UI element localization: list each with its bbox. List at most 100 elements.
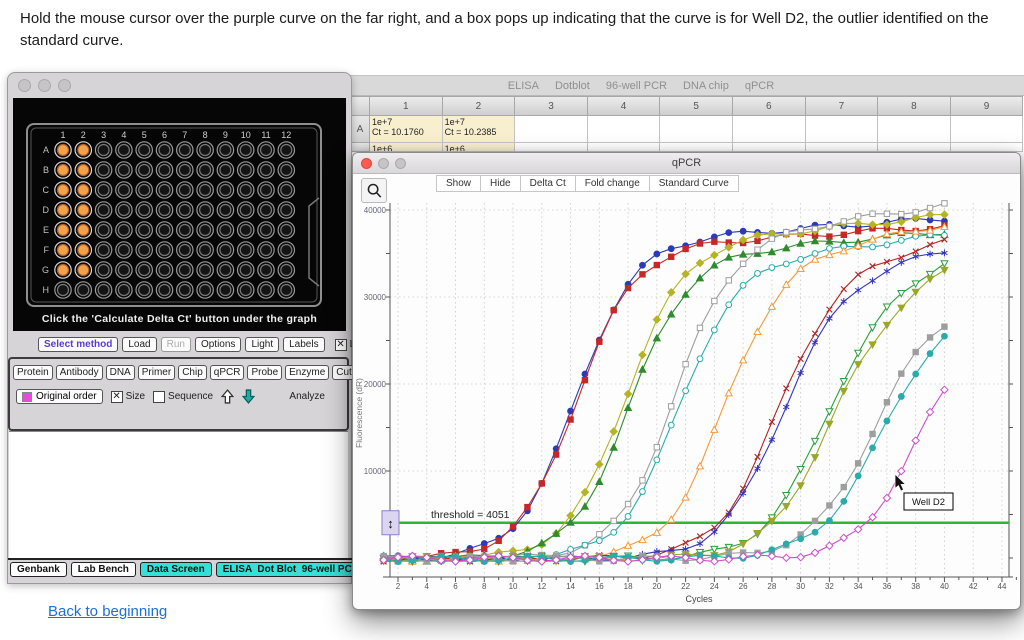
well-D2[interactable] (75, 202, 91, 218)
well-B7[interactable] (177, 162, 193, 178)
sheet-col-header[interactable]: 4 (588, 96, 661, 116)
curve-G2[interactable] (381, 333, 948, 564)
well-B3[interactable] (95, 162, 111, 178)
size-checkbox[interactable]: Size (111, 391, 145, 403)
cell-empty[interactable] (660, 143, 733, 152)
cell-empty[interactable] (515, 116, 588, 143)
well-H7[interactable] (177, 282, 193, 298)
minimize-icon[interactable] (38, 79, 51, 92)
close-icon[interactable] (18, 79, 31, 92)
well-C12[interactable] (278, 182, 294, 198)
menubar-item[interactable]: ELISA (508, 80, 539, 92)
menubar-item[interactable]: qPCR (745, 80, 774, 92)
well-D4[interactable] (116, 202, 132, 218)
cell-A1[interactable]: 1e+7 Ct = 10.1760 (370, 116, 443, 143)
well-A5[interactable] (136, 142, 152, 158)
well-B12[interactable] (278, 162, 294, 178)
well-C10[interactable] (238, 182, 254, 198)
screen-tab[interactable]: Data Screen (140, 562, 212, 577)
well-A8[interactable] (197, 142, 213, 158)
well-G8[interactable] (197, 262, 213, 278)
well-B8[interactable] (197, 162, 213, 178)
well-G2[interactable] (75, 262, 91, 278)
sort-down-arrow-icon[interactable] (242, 389, 255, 404)
sheet-col-header[interactable]: 9 (951, 96, 1024, 116)
qpcr-toolbar-button[interactable]: Show (436, 175, 481, 192)
technique-tab[interactable]: Probe (247, 365, 282, 380)
qpcr-amplification-chart[interactable]: 0100002000030000400002468101214161820222… (353, 173, 1020, 609)
cell-empty[interactable] (878, 116, 951, 143)
sheet-col-header[interactable]: 7 (806, 96, 879, 116)
plate-window-titlebar[interactable] (8, 73, 351, 97)
well-E9[interactable] (217, 222, 233, 238)
technique-tab[interactable]: Antibody (56, 365, 103, 380)
well-H4[interactable] (116, 282, 132, 298)
plate-toolbar-button[interactable]: Light (245, 337, 279, 352)
well-F3[interactable] (95, 242, 111, 258)
cell-B1[interactable]: 1e+6 (370, 143, 443, 152)
screen-tab[interactable]: Lab Bench (71, 562, 136, 577)
cell-empty[interactable] (515, 143, 588, 152)
well-C8[interactable] (197, 182, 213, 198)
well-A3[interactable] (95, 142, 111, 158)
well-H2[interactable] (75, 282, 91, 298)
well-A2[interactable] (75, 142, 91, 158)
well-F10[interactable] (238, 242, 254, 258)
plate-toolbar-button[interactable]: Run (161, 337, 191, 352)
technique-tab[interactable]: Enzyme (285, 365, 329, 380)
well-F2[interactable] (75, 242, 91, 258)
well-E10[interactable] (238, 222, 254, 238)
well-B6[interactable] (156, 162, 172, 178)
cell-empty[interactable] (951, 116, 1024, 143)
checkbox-checked-icon[interactable] (111, 391, 123, 403)
well-B5[interactable] (136, 162, 152, 178)
menubar-item[interactable]: Dotblot (555, 80, 590, 92)
qpcr-toolbar-button[interactable]: Delta Ct (520, 175, 576, 192)
well-H9[interactable] (217, 282, 233, 298)
well-H1[interactable] (55, 282, 71, 298)
well-E2[interactable] (75, 222, 91, 238)
well-C2[interactable] (75, 182, 91, 198)
sort-up-arrow-icon[interactable] (221, 389, 234, 404)
plate-toolbar-button[interactable]: Load (122, 337, 156, 352)
well-G1[interactable] (55, 262, 71, 278)
well-F4[interactable] (116, 242, 132, 258)
well-F7[interactable] (177, 242, 193, 258)
sheet-col-header[interactable]: 5 (660, 96, 733, 116)
well-A9[interactable] (217, 142, 233, 158)
cell-empty[interactable] (660, 116, 733, 143)
sheet-col-header[interactable]: 6 (733, 96, 806, 116)
well-G11[interactable] (258, 262, 274, 278)
well-E12[interactable] (278, 222, 294, 238)
well-C7[interactable] (177, 182, 193, 198)
sheet-row-header[interactable]: A (350, 116, 370, 143)
well-C9[interactable] (217, 182, 233, 198)
well-A1[interactable] (55, 142, 71, 158)
cell-empty[interactable] (588, 143, 661, 152)
cell-empty[interactable] (733, 116, 806, 143)
well-D9[interactable] (217, 202, 233, 218)
well-F12[interactable] (278, 242, 294, 258)
well-F11[interactable] (258, 242, 274, 258)
well-B11[interactable] (258, 162, 274, 178)
cell-empty[interactable] (806, 143, 879, 152)
curve-D2[interactable] (380, 386, 948, 565)
well-C5[interactable] (136, 182, 152, 198)
sheet-col-header[interactable]: 1 (370, 96, 443, 116)
plate-toolbar-button[interactable]: Options (195, 337, 241, 352)
well-H12[interactable] (278, 282, 294, 298)
well-H11[interactable] (258, 282, 274, 298)
qpcr-toolbar-button[interactable]: Fold change (575, 175, 650, 192)
sheet-col-header[interactable]: 3 (515, 96, 588, 116)
well-E5[interactable] (136, 222, 152, 238)
well-H8[interactable] (197, 282, 213, 298)
well-G12[interactable] (278, 262, 294, 278)
original-order-button[interactable]: Original order (16, 389, 103, 404)
cell-empty[interactable] (733, 143, 806, 152)
well-H5[interactable] (136, 282, 152, 298)
well-F8[interactable] (197, 242, 213, 258)
well-G9[interactable] (217, 262, 233, 278)
well-E3[interactable] (95, 222, 111, 238)
analyze-label[interactable]: Analyze (289, 391, 339, 402)
well-D11[interactable] (258, 202, 274, 218)
